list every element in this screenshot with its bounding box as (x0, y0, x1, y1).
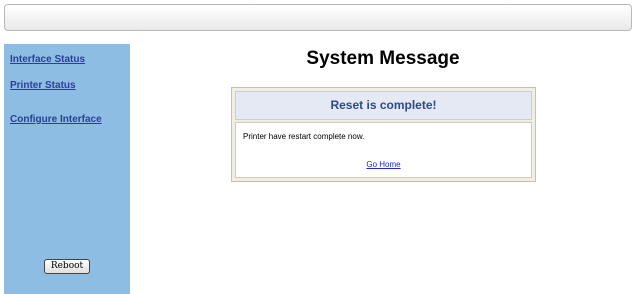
message-text: Printer have restart complete now. (243, 132, 365, 141)
sidebar-item-interface-status[interactable]: Interface Status (10, 54, 85, 65)
sidebar-item-configure-interface[interactable]: Configure Interface (10, 114, 102, 125)
message-body: Printer have restart complete now. Go Ho… (235, 122, 532, 178)
sidebar: Interface Status Printer Status Configur… (4, 44, 130, 294)
go-home-link[interactable]: Go Home (236, 160, 531, 169)
reboot-button[interactable]: Reboot (44, 259, 90, 274)
message-heading: Reset is complete! (235, 91, 532, 120)
page-title: System Message (306, 48, 460, 69)
message-panel: Reset is complete! Printer have restart … (231, 87, 536, 182)
sidebar-item-printer-status[interactable]: Printer Status (10, 80, 76, 91)
top-header-bar (4, 4, 632, 31)
